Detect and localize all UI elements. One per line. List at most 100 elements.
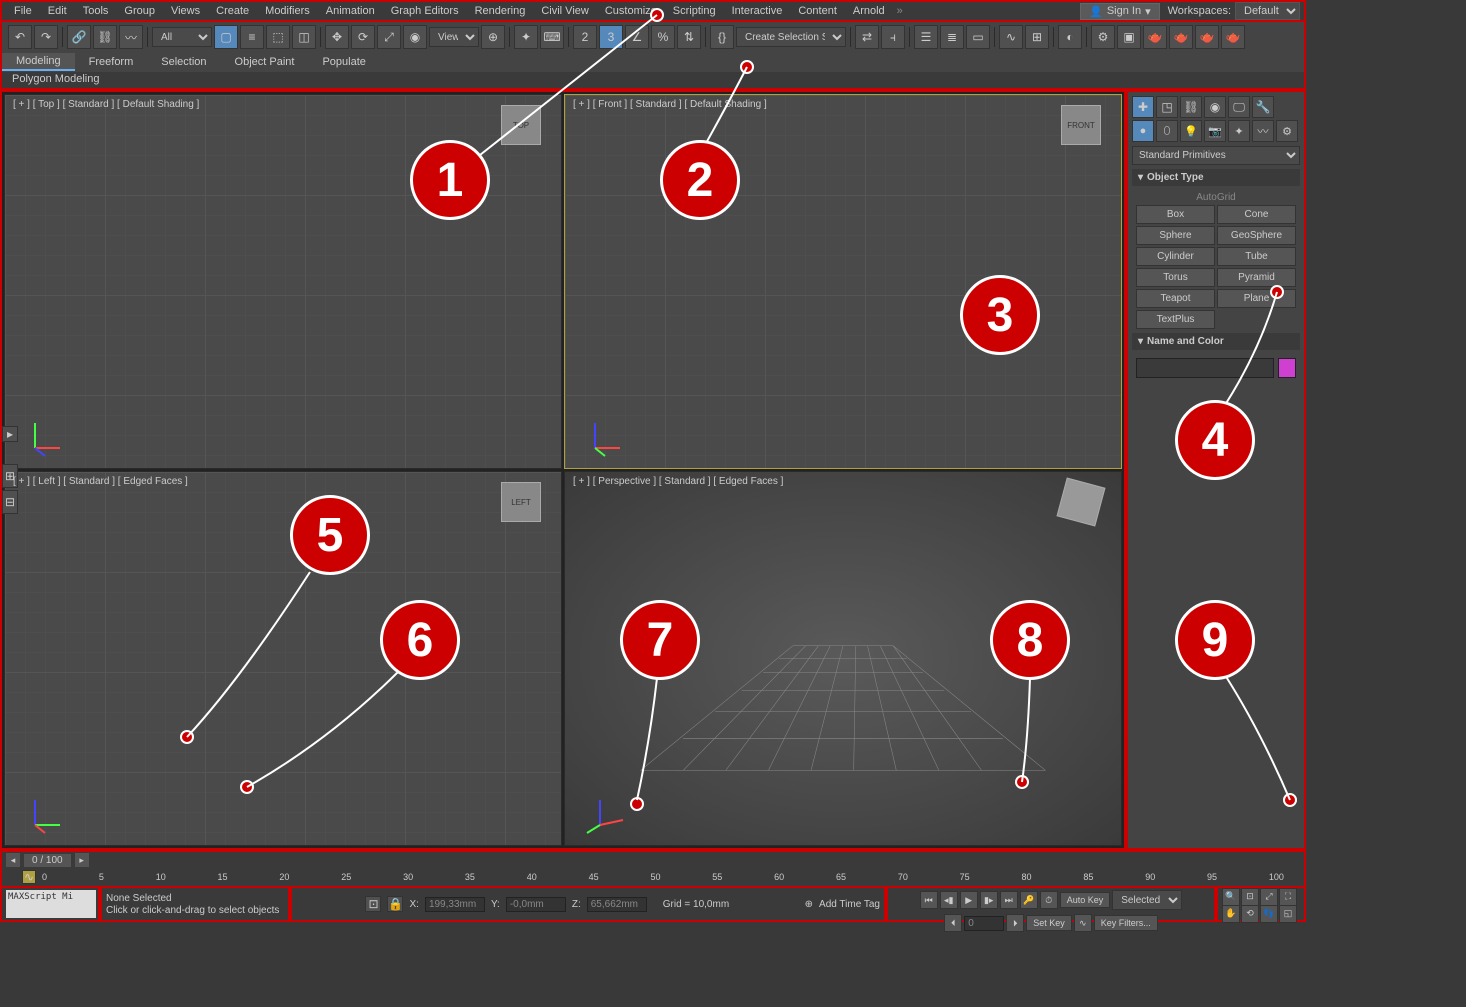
add-time-tag-button[interactable]: Add Time Tag [819,899,880,910]
angle-snap-button[interactable]: ∠ [625,25,649,49]
primitive-sphere-button[interactable]: Sphere [1136,226,1215,245]
align-button[interactable]: ⫞ [881,25,905,49]
pan-button[interactable]: ✋ [1222,905,1240,923]
geometry-category-button[interactable]: ● [1132,120,1154,142]
selection-lock-button[interactable]: 🔒 [387,896,403,912]
shapes-category-button[interactable]: ⬯ [1156,120,1178,142]
primitive-category-dropdown[interactable]: Standard Primitives [1132,146,1300,165]
zoom-extents-button[interactable]: ⤢ [1260,888,1278,906]
orbit-button[interactable]: ⟲ [1241,905,1259,923]
window-crossing-button[interactable]: ◫ [292,25,316,49]
primitive-pyramid-button[interactable]: Pyramid [1217,268,1296,287]
undo-button[interactable]: ↶ [8,25,32,49]
menu-modifiers[interactable]: Modifiers [257,3,318,19]
next-key-button[interactable]: ⏵ [1006,914,1024,932]
ribbon-panel-label[interactable]: Polygon Modeling [0,72,1306,90]
menu-civil-view[interactable]: Civil View [533,3,596,19]
toggle-scene-explorer-button[interactable]: ☰ [914,25,938,49]
primitive-textplus-button[interactable]: TextPlus [1136,310,1215,329]
slider-next-button[interactable]: ▸ [75,853,89,867]
next-frame-button[interactable]: ▮▸ [980,891,998,909]
viewcube-left[interactable]: LEFT [501,482,541,522]
time-config-button[interactable]: ⏱ [1040,891,1058,909]
viewport-left[interactable]: [ + ] [ Left ] [ Standard ] [ Edged Face… [4,471,562,846]
menu-content[interactable]: Content [790,3,845,19]
viewport-top-label[interactable]: [ + ] [ Top ] [ Standard ] [ Default Sha… [13,99,199,110]
modify-tab-button[interactable]: ◳ [1156,96,1178,118]
menu-customize[interactable]: Customize [597,3,665,19]
select-by-name-button[interactable]: ≡ [240,25,264,49]
viewport-layout-2-button[interactable]: ⊟ [2,490,18,514]
zoom-extents-all-button[interactable]: ⛶ [1279,888,1297,906]
schematic-view-button[interactable]: ⊞ [1025,25,1049,49]
maximize-viewport-button[interactable]: ◱ [1279,905,1297,923]
workspaces-dropdown[interactable]: Default [1235,2,1300,20]
render-iterative-button[interactable]: 🫖 [1169,25,1193,49]
hierarchy-tab-button[interactable]: ⛓ [1180,96,1202,118]
viewport-expand-button[interactable]: ▸ [2,426,18,442]
zoom-all-button[interactable]: ⊡ [1241,888,1259,906]
snap-3d-button[interactable]: 3 [599,25,623,49]
zoom-button[interactable]: 🔍 [1222,888,1240,906]
time-slider[interactable]: ◂ 0 / 100 ▸ [0,850,1306,868]
menu-create[interactable]: Create [208,3,257,19]
y-coord-input[interactable] [506,897,566,912]
maxscript-listener-input[interactable]: MAXScript Mi [6,890,96,918]
key-mode-button[interactable]: 🔑 [1020,891,1038,909]
prev-frame-button[interactable]: ◂▮ [940,891,958,909]
select-region-rect-button[interactable]: ⬚ [266,25,290,49]
primitive-plane-button[interactable]: Plane [1217,289,1296,308]
named-selection-dropdown[interactable]: Create Selection Se [736,27,846,47]
render-cloud-button[interactable]: 🫖 [1221,25,1245,49]
menu-overflow-icon[interactable]: » [897,5,903,17]
name-color-rollout-header[interactable]: ▾ Name and Color [1132,333,1300,350]
goto-end-button[interactable]: ⏭ [1000,891,1018,909]
select-manipulate-button[interactable]: ✦ [514,25,538,49]
spacewarps-category-button[interactable]: 〰 [1252,120,1274,142]
z-coord-input[interactable] [587,897,647,912]
menu-views[interactable]: Views [163,3,208,19]
selection-filter-dropdown[interactable]: All [152,27,212,47]
isolate-selection-button[interactable]: ⊡ [365,896,381,912]
sign-in-button[interactable]: 👤 Sign In ▾ [1080,3,1159,20]
display-tab-button[interactable]: 🖵 [1228,96,1250,118]
menu-scripting[interactable]: Scripting [665,3,724,19]
menu-graph-editors[interactable]: Graph Editors [383,3,467,19]
slider-prev-button[interactable]: ◂ [6,853,20,867]
viewport-front-label[interactable]: [ + ] [ Front ] [ Standard ] [ Default S… [573,99,767,110]
select-move-button[interactable]: ✥ [325,25,349,49]
menu-interactive[interactable]: Interactive [724,3,791,19]
render-setup-button[interactable]: ⚙ [1091,25,1115,49]
cameras-category-button[interactable]: 📷 [1204,120,1226,142]
spinner-snap-button[interactable]: ⇅ [677,25,701,49]
object-color-swatch[interactable] [1278,358,1296,378]
viewport-left-label[interactable]: [ + ] [ Left ] [ Standard ] [ Edged Face… [13,476,188,487]
set-key-button[interactable]: Set Key [1026,915,1072,931]
object-type-rollout-header[interactable]: ▾ Object Type [1132,169,1300,186]
menu-tools[interactable]: Tools [75,3,117,19]
current-frame-input[interactable] [964,916,1004,931]
viewport-perspective[interactable]: [ + ] [ Perspective ] [ Standard ] [ Edg… [564,471,1122,846]
curve-editor-button[interactable]: ∿ [999,25,1023,49]
use-pivot-center-button[interactable]: ⊕ [481,25,505,49]
primitive-torus-button[interactable]: Torus [1136,268,1215,287]
rendered-frame-window-button[interactable]: ▣ [1117,25,1141,49]
primitive-cone-button[interactable]: Cone [1217,205,1296,224]
bind-space-warp-button[interactable]: 〰 [119,25,143,49]
material-editor-button[interactable]: ◐ [1058,25,1082,49]
primitive-box-button[interactable]: Box [1136,205,1215,224]
primitive-teapot-button[interactable]: Teapot [1136,289,1215,308]
tab-object-paint[interactable]: Object Paint [221,54,309,70]
primitive-geosphere-button[interactable]: GeoSphere [1217,226,1296,245]
goto-start-button[interactable]: ⏮ [920,891,938,909]
link-button[interactable]: 🔗 [67,25,91,49]
tab-freeform[interactable]: Freeform [75,54,148,70]
mirror-button[interactable]: ⇄ [855,25,879,49]
tab-modeling[interactable]: Modeling [2,53,75,71]
lights-category-button[interactable]: 💡 [1180,120,1202,142]
viewport-front[interactable]: [ + ] [ Front ] [ Standard ] [ Default S… [564,94,1122,469]
toggle-layer-explorer-button[interactable]: ≣ [940,25,964,49]
menu-group[interactable]: Group [116,3,163,19]
track-bar[interactable]: ∿ 05101520253035404550556065707580859095… [0,868,1306,886]
select-object-button[interactable]: ▢ [214,25,238,49]
